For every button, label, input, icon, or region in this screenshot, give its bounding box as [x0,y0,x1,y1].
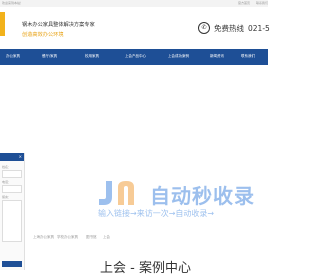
top-link-contact[interactable]: 联系我们 [256,1,268,5]
breadcrumb-item-3[interactable]: 图书馆 [86,235,97,240]
nav-item-contact[interactable]: 联系我们 [241,54,255,59]
welcome-text: 欢迎来到本站！ [2,1,24,5]
breadcrumb-item-4: 上会 [103,235,110,239]
top-link-home[interactable]: 官方首页 [238,1,250,5]
breadcrumb-item-1[interactable]: 上海办公家具 [33,235,54,240]
nav-item-dining-furniture[interactable]: 餐厅/家具 [42,54,57,59]
inquiry-panel: × 姓名： 电话： 留言： [0,153,25,270]
nav-item-school-furniture[interactable]: 校用家具 [85,54,99,59]
watermark-logo-icon [99,181,134,205]
nav-item-office-furniture[interactable]: 办公家具 [6,54,20,59]
watermark: 自动秒收录 输入链接→来访一次→自动收录→ [96,176,256,226]
panel-submit-button[interactable] [2,261,22,267]
hotline-number[interactable]: 021-5 [248,24,270,33]
name-field[interactable] [2,170,22,178]
nav-item-cases[interactable]: 上会成功案例 [168,54,189,59]
top-links: 官方首页 联系我们 [233,1,268,5]
phone-icon: ✆ [198,22,210,34]
phone-field[interactable] [2,185,22,193]
panel-header: × [0,153,24,161]
nav-item-products[interactable]: 上会产品中心 [125,54,146,59]
message-field[interactable] [2,200,22,242]
brand-tagline: 创造高效办公环境 [22,32,64,38]
top-bar: 欢迎来到本站！ 官方首页 联系我们 [0,0,268,7]
close-icon[interactable]: × [19,154,22,160]
page-title: 上会 - 案例中心 [100,261,191,276]
logo-mark[interactable] [0,12,5,36]
hotline-label: 免费热线 [214,24,244,33]
nav-item-news[interactable]: 新闻资讯 [210,54,224,59]
hotline: 免费热线 021-5 [214,23,270,34]
main-nav: 办公家具 餐厅/家具 校用家具 上会产品中心 上会成功案例 新闻资讯 联系我们 [0,49,268,65]
watermark-subtext: 输入链接→来访一次→自动收录→ [98,209,215,218]
panel-label-phone: 电话： [2,180,12,184]
panel-label-name: 姓名： [2,165,12,169]
panel-label-message: 留言： [2,195,12,199]
brand-slogan: 钢木办公家具整体解决方案专家 [22,22,95,28]
breadcrumb-item-2[interactable]: 学校办公家具 [57,235,78,240]
watermark-text: 自动秒收录 [150,184,255,208]
